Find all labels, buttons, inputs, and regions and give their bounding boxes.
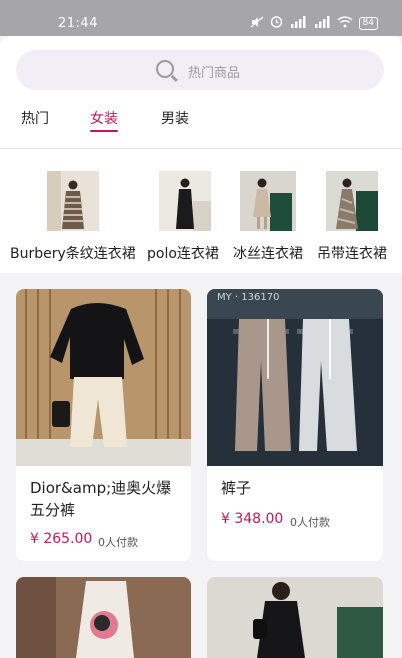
signal-icon xyxy=(289,15,307,31)
product-price: ¥ 348.00 xyxy=(221,511,284,527)
product-card[interactable] xyxy=(207,577,383,658)
product-sales-count: 0人付款 xyxy=(98,536,138,549)
product-title: Dior&amp;迪奥火爆五分裤 xyxy=(30,479,172,519)
category-strip: Burbery条纹连衣裙 polo连衣裙 冰丝连衣裙 吊带连衣裙 xyxy=(0,149,402,273)
product-title: 裤子 xyxy=(221,479,252,497)
product-image xyxy=(207,289,383,466)
tab-hot[interactable]: 热门 xyxy=(21,108,49,128)
tab-womens[interactable]: 女装 xyxy=(90,108,118,128)
search-input[interactable]: 热门商品 xyxy=(16,50,384,90)
search-placeholder: 热门商品 xyxy=(188,66,241,81)
tab-mens[interactable]: 男装 xyxy=(161,108,189,128)
category-thumbnail xyxy=(240,171,296,231)
category-thumbnail xyxy=(159,171,211,231)
product-card[interactable]: MY · 136170 裤子 ¥ 348.00 0人付款 xyxy=(207,289,383,561)
product-image-tag: MY · 136170 xyxy=(217,292,280,303)
category-label: 冰丝连衣裙 xyxy=(233,246,303,262)
status-time: 21:44 xyxy=(58,16,98,31)
product-sales-count: 0人付款 xyxy=(290,516,330,529)
product-price: ¥ 265.00 xyxy=(30,531,93,547)
product-card[interactable]: Dior&amp;迪奥火爆五分裤 ¥ 265.00 0人付款 xyxy=(16,289,191,561)
mute-icon xyxy=(250,16,264,31)
signal-icon-2 xyxy=(313,15,331,31)
status-bar: 21:44 84 xyxy=(0,0,402,36)
product-image xyxy=(207,577,383,658)
status-icons: 84 xyxy=(250,15,378,31)
category-thumbnail xyxy=(47,171,99,231)
product-image xyxy=(16,289,191,466)
active-tab-indicator xyxy=(90,130,118,132)
category-label: polo连衣裙 xyxy=(147,246,219,262)
top-panel: 热门商品 热门 女装 男装 xyxy=(0,36,402,148)
battery-icon: 84 xyxy=(358,16,378,30)
search-icon xyxy=(156,60,174,78)
alarm-icon xyxy=(270,15,283,31)
category-label: 吊带连衣裙 xyxy=(317,246,387,262)
category-label: Burbery条纹连衣裙 xyxy=(10,246,136,262)
wifi-icon xyxy=(337,15,353,31)
product-image xyxy=(16,577,191,658)
category-thumbnail xyxy=(326,171,378,231)
product-card[interactable] xyxy=(16,577,191,658)
